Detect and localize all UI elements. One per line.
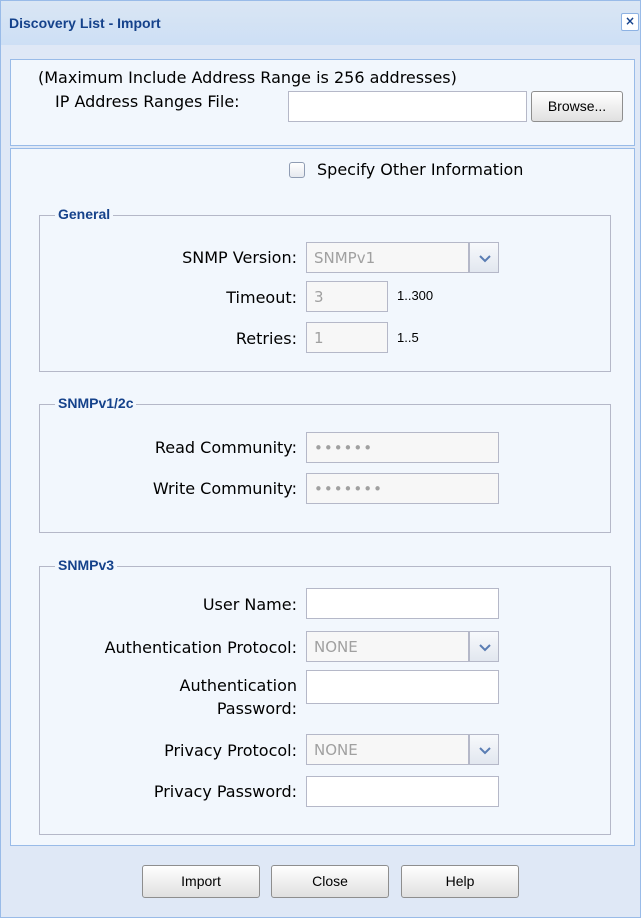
snmp-version-label: SNMP Version: [182,248,297,267]
auth-password-label: Authentication [179,676,297,695]
snmp-version-dropdown-button[interactable] [469,242,499,273]
privacy-password-label: Privacy Password: [153,782,297,801]
title-bar[interactable]: Discovery List - Import × [1,1,640,45]
ip-ranges-file-input[interactable] [288,91,527,122]
timeout-input[interactable]: 3 [306,281,388,312]
read-community-label: Read Community: [154,438,297,457]
chevron-down-icon [479,644,491,652]
timeout-label: Timeout: [226,288,297,307]
user-name-input[interactable] [306,588,499,619]
auth-password-input[interactable] [306,670,499,704]
close-icon[interactable]: × [621,13,639,31]
snmpv12c-legend: SNMPv1/2c [55,395,137,411]
privacy-protocol-dropdown-button[interactable] [469,734,499,765]
retries-range: 1..5 [397,330,419,345]
auth-protocol-select[interactable]: NONE [306,631,469,662]
timeout-range: 1..300 [397,288,434,303]
general-legend: General [55,206,114,222]
specify-other-checkbox[interactable] [289,162,305,178]
help-button[interactable]: Help [401,865,519,898]
import-dialog: Discovery List - Import × (Maximum Inclu… [0,0,641,918]
options-panel: Specify Other Information General SNMP V… [10,148,635,846]
specify-other-label: Specify Other Information [317,160,524,179]
snmp-version-select[interactable]: SNMPv1 [306,242,469,273]
browse-button[interactable]: Browse... [531,91,623,122]
dialog-footer: Import Close Help [1,853,640,917]
chevron-down-icon [479,255,491,263]
write-community-input[interactable]: ••••••• [306,473,499,504]
retries-input[interactable]: 1 [306,322,388,353]
privacy-protocol-select[interactable]: NONE [306,734,469,765]
privacy-password-input[interactable] [306,776,499,807]
auth-protocol-dropdown-button[interactable] [469,631,499,662]
write-community-label: Write Community: [152,479,297,498]
retries-label: Retries: [235,329,297,348]
import-button[interactable]: Import [142,865,260,898]
close-button[interactable]: Close [271,865,389,898]
read-community-input[interactable]: •••••• [306,432,499,463]
file-panel: (Maximum Include Address Range is 256 ad… [10,59,635,146]
snmpv12c-fieldset [39,404,611,533]
dialog-title: Discovery List - Import [9,15,161,31]
privacy-protocol-label: Privacy Protocol: [164,741,297,760]
user-name-label: User Name: [202,595,297,614]
auth-password-label-line2: Password: [216,699,297,718]
auth-protocol-label: Authentication Protocol: [104,638,297,657]
max-range-note: (Maximum Include Address Range is 256 ad… [38,68,457,87]
ip-ranges-file-label: IP Address Ranges File: [55,92,240,111]
chevron-down-icon [479,747,491,755]
snmpv3-legend: SNMPv3 [55,557,118,573]
